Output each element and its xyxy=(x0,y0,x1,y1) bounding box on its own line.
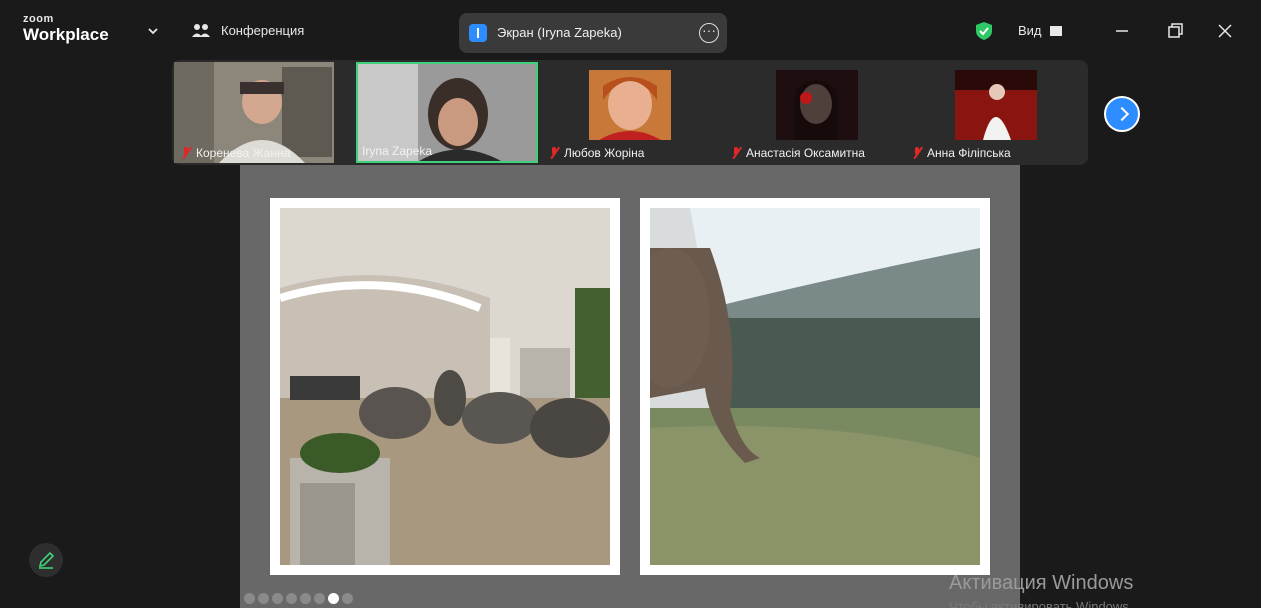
participant-name: Любов Жоріна xyxy=(564,146,645,160)
participants-icon xyxy=(192,24,210,37)
windows-activation-subtitle: Чтобы активировать Windows, xyxy=(949,599,1133,608)
slide-photo-frame xyxy=(640,198,990,575)
grid-icon xyxy=(1049,25,1062,36)
screen-share-label: Экран (Iryna Zapeka) xyxy=(497,25,622,40)
more-icon[interactable] xyxy=(342,593,353,604)
pen-icon[interactable] xyxy=(272,593,283,604)
participant-name: Iryna Zapeka xyxy=(362,144,433,158)
meeting-label: Конференция xyxy=(221,22,305,38)
next-page-button[interactable] xyxy=(1104,96,1140,132)
more-options-icon[interactable] xyxy=(699,22,719,43)
shared-screen xyxy=(240,165,1020,608)
close-icon[interactable] xyxy=(1210,16,1240,46)
muted-mic-icon xyxy=(548,147,560,159)
prev-slide-icon[interactable] xyxy=(244,593,255,604)
view-button[interactable]: Вид xyxy=(1018,23,1062,38)
logo-top-text: zoom xyxy=(23,13,54,25)
participant-strip: Коренева Жанна Iryna Zapeka Любов Жоріна xyxy=(172,60,1088,165)
zoom-logo: zoom Workplace xyxy=(23,13,109,44)
participant-avatar xyxy=(589,70,671,140)
camera-icon[interactable] xyxy=(328,593,339,604)
muted-mic-icon xyxy=(730,147,742,159)
pointer-icon[interactable] xyxy=(314,593,325,604)
muted-mic-icon xyxy=(911,147,923,159)
chevron-down-icon[interactable] xyxy=(146,24,160,38)
logo-bottom-text: Workplace xyxy=(23,25,109,44)
participant-tile[interactable]: Анна Філіпська xyxy=(905,62,1075,163)
view-label: Вид xyxy=(1018,23,1042,38)
minimize-icon[interactable] xyxy=(1107,16,1137,46)
gallery-icon[interactable] xyxy=(286,593,297,604)
restore-icon[interactable] xyxy=(1160,16,1190,46)
meeting-info-button[interactable]: Конференция xyxy=(191,22,304,38)
slide-photo-frame xyxy=(270,198,620,575)
participant-tile[interactable]: Анастасія Оксамитна xyxy=(724,62,900,163)
slide-controls[interactable] xyxy=(244,593,353,604)
elephant-hall-photo xyxy=(280,208,610,565)
title-bar: zoom Workplace Конференция Экран (Iryna … xyxy=(0,0,1261,62)
shield-check-icon[interactable] xyxy=(974,21,994,41)
zoom-icon[interactable] xyxy=(300,593,311,604)
share-screen-icon xyxy=(469,24,487,42)
participant-name: Анна Філіпська xyxy=(927,146,1011,160)
participant-tile[interactable]: Любов Жоріна xyxy=(542,62,722,163)
participant-avatar xyxy=(955,70,1037,140)
participant-name: Коренева Жанна xyxy=(196,146,291,160)
participant-tile-active[interactable]: Iryna Zapeka xyxy=(356,62,538,163)
participant-tile[interactable]: Коренева Жанна xyxy=(174,62,334,163)
annotate-button[interactable] xyxy=(29,543,63,577)
muted-mic-icon xyxy=(180,147,192,159)
windows-activation-watermark: Активация Windows xyxy=(949,572,1134,594)
screen-share-indicator[interactable]: Экран (Iryna Zapeka) xyxy=(459,13,727,53)
elephant-pool-photo xyxy=(650,208,980,565)
participant-name: Анастасія Оксамитна xyxy=(746,146,865,160)
pencil-icon xyxy=(38,551,55,569)
next-slide-icon[interactable] xyxy=(258,593,269,604)
participant-avatar xyxy=(776,70,858,140)
